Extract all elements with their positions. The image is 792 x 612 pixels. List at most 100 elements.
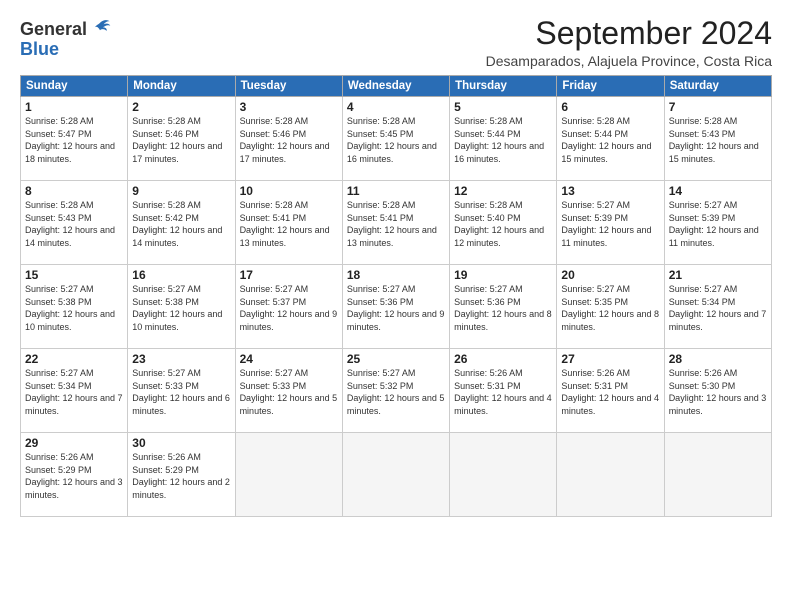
day-number: 5 <box>454 100 552 114</box>
calendar-cell: 14Sunrise: 5:27 AMSunset: 5:39 PMDayligh… <box>664 181 771 265</box>
calendar-cell: 24Sunrise: 5:27 AMSunset: 5:33 PMDayligh… <box>235 349 342 433</box>
calendar-week-row: 8Sunrise: 5:28 AMSunset: 5:43 PMDaylight… <box>21 181 772 265</box>
day-number: 16 <box>132 268 230 282</box>
day-number: 29 <box>25 436 123 450</box>
day-info: Sunrise: 5:27 AMSunset: 5:38 PMDaylight:… <box>132 283 230 333</box>
day-number: 9 <box>132 184 230 198</box>
header-monday: Monday <box>128 76 235 97</box>
day-number: 3 <box>240 100 338 114</box>
calendar-cell: 20Sunrise: 5:27 AMSunset: 5:35 PMDayligh… <box>557 265 664 349</box>
day-info: Sunrise: 5:28 AMSunset: 5:44 PMDaylight:… <box>561 115 659 165</box>
day-number: 25 <box>347 352 445 366</box>
header-tuesday: Tuesday <box>235 76 342 97</box>
logo-text-general: General <box>20 20 87 40</box>
day-number: 14 <box>669 184 767 198</box>
day-info: Sunrise: 5:28 AMSunset: 5:46 PMDaylight:… <box>240 115 338 165</box>
day-info: Sunrise: 5:28 AMSunset: 5:40 PMDaylight:… <box>454 199 552 249</box>
calendar-cell: 8Sunrise: 5:28 AMSunset: 5:43 PMDaylight… <box>21 181 128 265</box>
day-number: 19 <box>454 268 552 282</box>
calendar-cell: 13Sunrise: 5:27 AMSunset: 5:39 PMDayligh… <box>557 181 664 265</box>
day-info: Sunrise: 5:28 AMSunset: 5:41 PMDaylight:… <box>347 199 445 249</box>
header-friday: Friday <box>557 76 664 97</box>
calendar-cell: 2Sunrise: 5:28 AMSunset: 5:46 PMDaylight… <box>128 97 235 181</box>
calendar-cell: 29Sunrise: 5:26 AMSunset: 5:29 PMDayligh… <box>21 433 128 517</box>
day-info: Sunrise: 5:27 AMSunset: 5:34 PMDaylight:… <box>669 283 767 333</box>
day-number: 22 <box>25 352 123 366</box>
day-number: 8 <box>25 184 123 198</box>
day-number: 10 <box>240 184 338 198</box>
day-info: Sunrise: 5:27 AMSunset: 5:33 PMDaylight:… <box>240 367 338 417</box>
calendar-cell: 17Sunrise: 5:27 AMSunset: 5:37 PMDayligh… <box>235 265 342 349</box>
day-info: Sunrise: 5:26 AMSunset: 5:31 PMDaylight:… <box>454 367 552 417</box>
day-info: Sunrise: 5:28 AMSunset: 5:47 PMDaylight:… <box>25 115 123 165</box>
logo-bird-icon <box>89 17 111 39</box>
header-saturday: Saturday <box>664 76 771 97</box>
day-number: 23 <box>132 352 230 366</box>
calendar-cell: 3Sunrise: 5:28 AMSunset: 5:46 PMDaylight… <box>235 97 342 181</box>
day-info: Sunrise: 5:27 AMSunset: 5:37 PMDaylight:… <box>240 283 338 333</box>
calendar-week-row: 1Sunrise: 5:28 AMSunset: 5:47 PMDaylight… <box>21 97 772 181</box>
logo-text-blue: Blue <box>20 40 59 60</box>
calendar-cell: 23Sunrise: 5:27 AMSunset: 5:33 PMDayligh… <box>128 349 235 433</box>
calendar-cell: 16Sunrise: 5:27 AMSunset: 5:38 PMDayligh… <box>128 265 235 349</box>
day-number: 11 <box>347 184 445 198</box>
day-info: Sunrise: 5:28 AMSunset: 5:42 PMDaylight:… <box>132 199 230 249</box>
day-info: Sunrise: 5:27 AMSunset: 5:39 PMDaylight:… <box>669 199 767 249</box>
day-number: 6 <box>561 100 659 114</box>
calendar-cell <box>342 433 449 517</box>
day-number: 21 <box>669 268 767 282</box>
calendar-cell: 30Sunrise: 5:26 AMSunset: 5:29 PMDayligh… <box>128 433 235 517</box>
calendar-cell <box>235 433 342 517</box>
calendar-cell: 28Sunrise: 5:26 AMSunset: 5:30 PMDayligh… <box>664 349 771 433</box>
day-number: 7 <box>669 100 767 114</box>
calendar-cell: 15Sunrise: 5:27 AMSunset: 5:38 PMDayligh… <box>21 265 128 349</box>
calendar-cell: 10Sunrise: 5:28 AMSunset: 5:41 PMDayligh… <box>235 181 342 265</box>
day-number: 17 <box>240 268 338 282</box>
day-info: Sunrise: 5:26 AMSunset: 5:30 PMDaylight:… <box>669 367 767 417</box>
calendar-cell: 22Sunrise: 5:27 AMSunset: 5:34 PMDayligh… <box>21 349 128 433</box>
calendar-cell: 5Sunrise: 5:28 AMSunset: 5:44 PMDaylight… <box>450 97 557 181</box>
calendar-cell: 4Sunrise: 5:28 AMSunset: 5:45 PMDaylight… <box>342 97 449 181</box>
day-number: 26 <box>454 352 552 366</box>
location-subtitle: Desamparados, Alajuela Province, Costa R… <box>486 53 772 69</box>
day-info: Sunrise: 5:26 AMSunset: 5:29 PMDaylight:… <box>25 451 123 501</box>
calendar-cell: 6Sunrise: 5:28 AMSunset: 5:44 PMDaylight… <box>557 97 664 181</box>
calendar-cell: 1Sunrise: 5:28 AMSunset: 5:47 PMDaylight… <box>21 97 128 181</box>
calendar-cell: 25Sunrise: 5:27 AMSunset: 5:32 PMDayligh… <box>342 349 449 433</box>
day-number: 12 <box>454 184 552 198</box>
day-info: Sunrise: 5:28 AMSunset: 5:44 PMDaylight:… <box>454 115 552 165</box>
header-wednesday: Wednesday <box>342 76 449 97</box>
day-info: Sunrise: 5:27 AMSunset: 5:33 PMDaylight:… <box>132 367 230 417</box>
calendar-cell: 18Sunrise: 5:27 AMSunset: 5:36 PMDayligh… <box>342 265 449 349</box>
header: General Blue September 2024 Desamparados… <box>20 16 772 69</box>
calendar-week-row: 22Sunrise: 5:27 AMSunset: 5:34 PMDayligh… <box>21 349 772 433</box>
day-number: 20 <box>561 268 659 282</box>
day-info: Sunrise: 5:27 AMSunset: 5:32 PMDaylight:… <box>347 367 445 417</box>
day-info: Sunrise: 5:27 AMSunset: 5:36 PMDaylight:… <box>347 283 445 333</box>
day-number: 30 <box>132 436 230 450</box>
calendar-cell: 27Sunrise: 5:26 AMSunset: 5:31 PMDayligh… <box>557 349 664 433</box>
day-info: Sunrise: 5:26 AMSunset: 5:31 PMDaylight:… <box>561 367 659 417</box>
day-number: 27 <box>561 352 659 366</box>
day-number: 24 <box>240 352 338 366</box>
day-number: 15 <box>25 268 123 282</box>
calendar-cell: 11Sunrise: 5:28 AMSunset: 5:41 PMDayligh… <box>342 181 449 265</box>
header-sunday: Sunday <box>21 76 128 97</box>
month-title: September 2024 <box>486 16 772 51</box>
calendar-cell: 21Sunrise: 5:27 AMSunset: 5:34 PMDayligh… <box>664 265 771 349</box>
calendar-cell: 9Sunrise: 5:28 AMSunset: 5:42 PMDaylight… <box>128 181 235 265</box>
day-info: Sunrise: 5:28 AMSunset: 5:41 PMDaylight:… <box>240 199 338 249</box>
calendar-cell: 12Sunrise: 5:28 AMSunset: 5:40 PMDayligh… <box>450 181 557 265</box>
day-number: 2 <box>132 100 230 114</box>
day-info: Sunrise: 5:27 AMSunset: 5:34 PMDaylight:… <box>25 367 123 417</box>
header-thursday: Thursday <box>450 76 557 97</box>
calendar-table: Sunday Monday Tuesday Wednesday Thursday… <box>20 75 772 517</box>
day-info: Sunrise: 5:28 AMSunset: 5:43 PMDaylight:… <box>669 115 767 165</box>
calendar-cell: 7Sunrise: 5:28 AMSunset: 5:43 PMDaylight… <box>664 97 771 181</box>
day-info: Sunrise: 5:28 AMSunset: 5:46 PMDaylight:… <box>132 115 230 165</box>
day-number: 4 <box>347 100 445 114</box>
calendar-header-row: Sunday Monday Tuesday Wednesday Thursday… <box>21 76 772 97</box>
day-info: Sunrise: 5:28 AMSunset: 5:45 PMDaylight:… <box>347 115 445 165</box>
day-info: Sunrise: 5:27 AMSunset: 5:39 PMDaylight:… <box>561 199 659 249</box>
day-info: Sunrise: 5:27 AMSunset: 5:35 PMDaylight:… <box>561 283 659 333</box>
